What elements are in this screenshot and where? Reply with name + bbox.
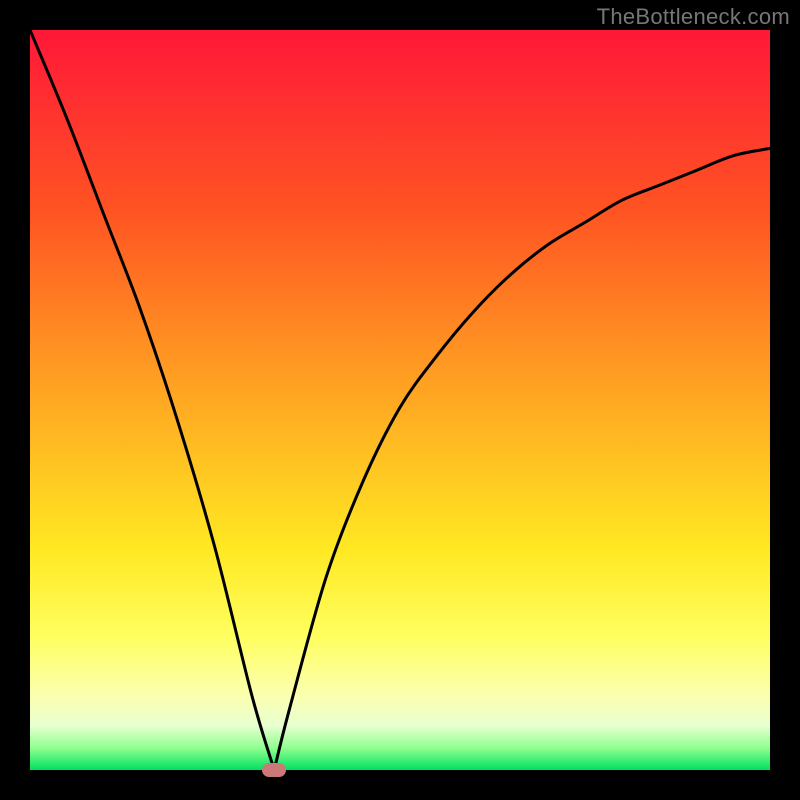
watermark-text: TheBottleneck.com bbox=[597, 4, 790, 30]
chart-frame: TheBottleneck.com bbox=[0, 0, 800, 800]
minimum-marker bbox=[262, 763, 286, 777]
plot-area bbox=[30, 30, 770, 770]
bottleneck-curve bbox=[30, 30, 770, 770]
